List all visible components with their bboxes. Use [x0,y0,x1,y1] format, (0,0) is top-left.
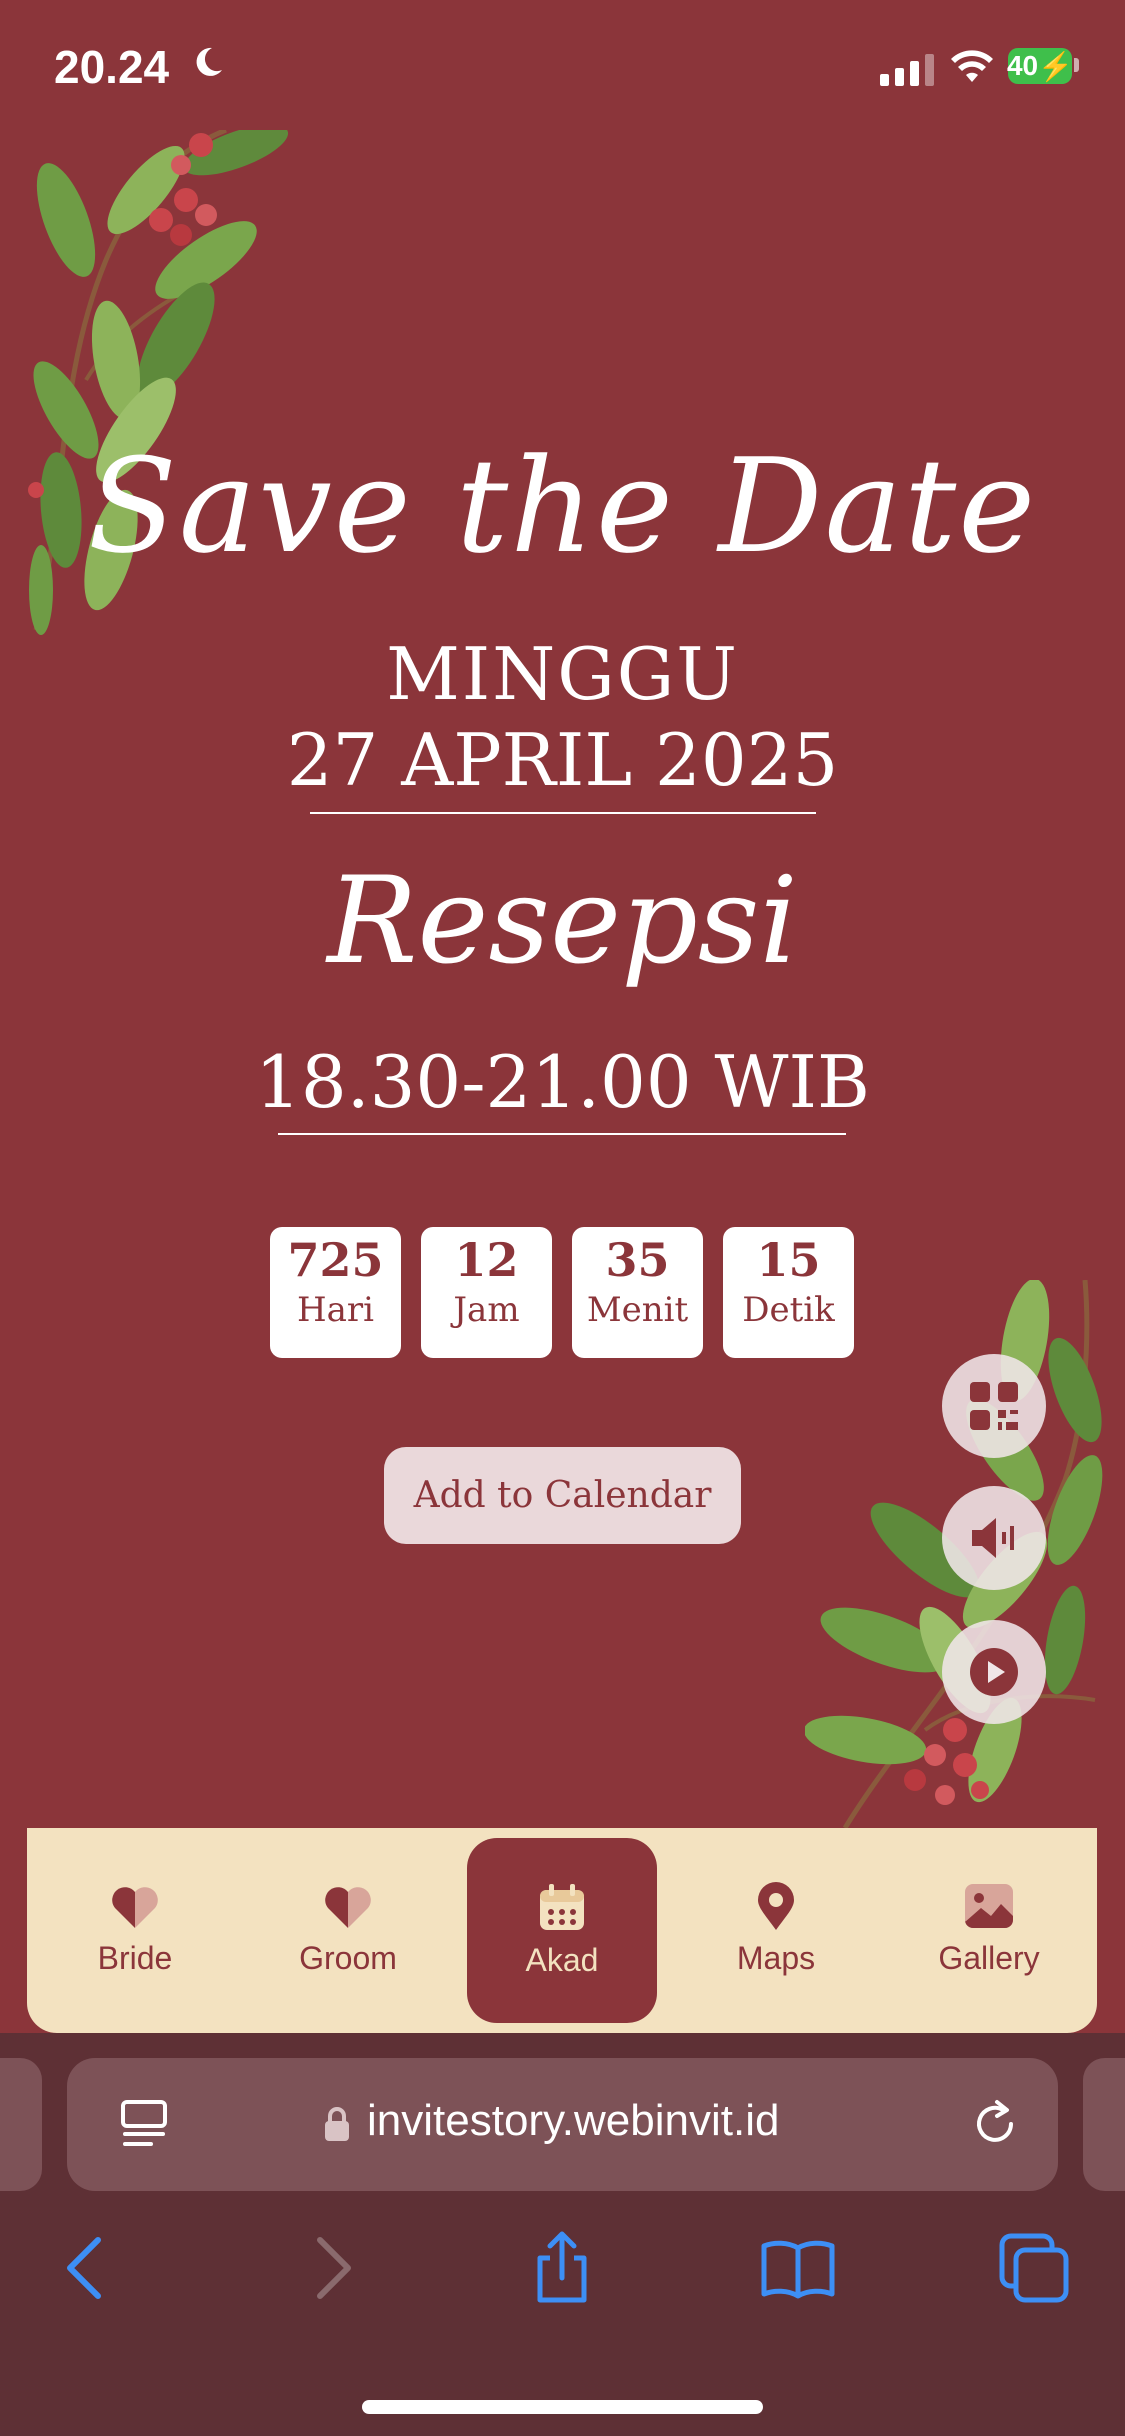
countdown-seconds: 15 Detik [723,1227,854,1358]
battery-tip [1074,58,1079,72]
nav-item-akad[interactable]: Akad [467,1838,657,2023]
browser-toolbar: invitestory.webinvit.id [0,2033,1125,2436]
countdown-label: Jam [453,1289,520,1330]
countdown-value: 12 [454,1233,519,1287]
tabs-icon[interactable] [994,2228,1074,2308]
back-icon[interactable] [48,2228,128,2308]
qr-code-button[interactable] [942,1354,1046,1458]
nav-label: Gallery [938,1940,1040,1976]
nav-label: Bride [97,1940,173,1976]
forward-icon[interactable] [290,2228,370,2308]
calendar-icon [540,1884,584,1930]
event-date: 27 APRIL 2025 [286,718,839,802]
nav-item-maps[interactable]: Maps [681,1828,871,2033]
nav-label: Maps [736,1940,816,1976]
heart-half-icon [325,1887,371,1928]
countdown-label: Hari [296,1289,375,1330]
share-icon[interactable] [522,2228,602,2308]
battery-level: 40 [1006,50,1039,81]
countdown-minutes: 35 Menit [572,1227,703,1358]
countdown-label: Menit [586,1289,689,1330]
previous-tab-preview[interactable] [0,2058,42,2191]
next-tab-preview[interactable] [1083,2058,1125,2191]
add-to-calendar-button[interactable]: Add to Calendar [384,1447,741,1544]
map-pin-icon [758,1882,794,1930]
event-time: 18.30-21.00 WIB [255,1040,870,1124]
status-bar: 20.24 40 ⚡ [0,0,1125,130]
nav-item-gallery[interactable]: Gallery [894,1828,1084,2033]
address-bar[interactable]: invitestory.webinvit.id [67,2058,1058,2191]
moon-icon [196,47,222,76]
qr-code-icon [970,1382,1018,1430]
countdown-hours: 12 Jam [421,1227,552,1358]
nav-label: Akad [525,1942,599,1978]
mute-button[interactable] [942,1486,1046,1590]
status-time: 20.24 [54,41,170,93]
bottom-nav: Bride Groom Akad Maps Gallery [27,1828,1097,2033]
day-name: MINGGU [386,632,739,716]
lock-icon [325,2107,349,2141]
countdown-days: 725 Hari [270,1227,401,1358]
play-icon [970,1648,1018,1696]
reader-icon[interactable] [117,2098,171,2152]
play-button[interactable] [942,1620,1046,1724]
screen: 20.24 40 ⚡ Save the Date MINGGU 27 APRIL… [0,0,1125,2436]
countdown: 725 Hari 12 Jam 35 Menit 15 Detik [270,1227,854,1358]
home-indicator [362,2400,763,2414]
event-name: Resepsi [327,852,798,991]
bookmarks-icon[interactable] [758,2228,838,2308]
image-icon [965,1884,1013,1928]
countdown-value: 725 [287,1233,384,1287]
time-underline [278,1133,846,1135]
speaker-icon [972,1518,1014,1558]
battery-icon: 40 ⚡ [1006,48,1073,84]
countdown-value: 15 [756,1233,821,1287]
nav-item-groom[interactable]: Groom [253,1828,443,2033]
countdown-value: 35 [605,1233,670,1287]
wifi-icon [951,50,993,82]
save-the-date-title: Save the Date [87,430,1038,582]
countdown-label: Detik [742,1289,835,1330]
nav-item-bride[interactable]: Bride [40,1828,230,2033]
heart-half-icon [112,1887,158,1928]
date-underline [310,812,816,814]
cellular-signal-icon [880,52,934,86]
url-text: invitestory.webinvit.id [367,2096,780,2145]
reload-icon[interactable] [967,2096,1023,2152]
nav-label: Groom [299,1940,397,1976]
